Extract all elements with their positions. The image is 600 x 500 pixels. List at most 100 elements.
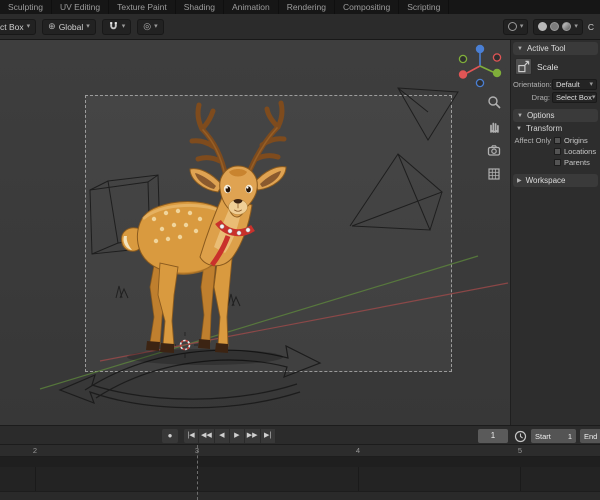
locations-checkbox[interactable] [554, 148, 561, 155]
parents-label: Parents [564, 158, 590, 167]
dope-sheet-channel-strip [0, 491, 600, 500]
frame-end-field[interactable]: End [580, 429, 600, 443]
gizmo-neg-y-axis[interactable] [458, 54, 468, 64]
chevron-down-icon: ▾ [591, 94, 596, 101]
scale-tool-icon[interactable] [515, 58, 532, 75]
chevron-down-icon: ▾ [121, 23, 126, 30]
gizmo-y-axis[interactable] [492, 68, 502, 78]
chevron-down-icon: ▾ [574, 23, 578, 30]
start-value: 1 [567, 431, 572, 441]
cone-wireframe[interactable] [349, 153, 443, 231]
orientation-dropdown[interactable]: Default ▾ [552, 79, 597, 90]
deer-shadow [127, 349, 283, 365]
preview-range-clock-icon[interactable] [514, 430, 527, 443]
affect-locations-row: Locations [511, 146, 600, 157]
tab-rendering[interactable]: Rendering [279, 0, 336, 14]
sidebar-tool-panel: ▼ Active Tool Scale Orientation: Default… [510, 40, 600, 425]
tool-settings-header: ct Box ▾ ⊕ Global ▾ ▾ ◎ ▾ ▾ ▾ C [0, 14, 600, 40]
drag-label: Drag: [531, 93, 550, 102]
play-button[interactable]: ▶ [229, 429, 245, 443]
hoof [160, 343, 174, 353]
transform-subpanel-title: Transform [525, 124, 563, 133]
jump-end-button[interactable]: ▶| [260, 429, 276, 443]
rendered-shading-icon[interactable] [562, 22, 572, 31]
active-tool-dropdown[interactable]: ct Box ▾ [0, 18, 37, 35]
gizmo-z-axis[interactable] [475, 44, 485, 54]
next-keyframe-button[interactable]: ▶▶ [244, 429, 261, 443]
tab-sculpting[interactable]: Sculpting [0, 0, 52, 14]
orientation-dropdown-label: Global [58, 21, 84, 32]
origins-checkbox[interactable] [554, 137, 561, 144]
navigation-gizmo[interactable] [456, 42, 504, 90]
pan-hand-icon[interactable] [486, 118, 502, 134]
orientation-row: Orientation: Default ▾ [511, 78, 600, 91]
auto-key-record-button[interactable]: ● [162, 429, 178, 443]
hoof [146, 341, 160, 351]
orientation-label: Orientation: [513, 80, 552, 89]
transform-orientation-dropdown[interactable]: ⊕ Global ▾ [42, 18, 96, 35]
workspace-tab-bar: Sculpting UV Editing Texture Paint Shadi… [0, 0, 600, 14]
zoom-icon[interactable] [486, 94, 502, 110]
gizmo-x-axis[interactable] [458, 70, 468, 79]
tab-animation[interactable]: Animation [224, 0, 279, 14]
header-truncated-text: C [587, 21, 594, 32]
tab-uv-editing[interactable]: UV Editing [52, 0, 110, 14]
frame-start-field[interactable]: Start 1 [531, 429, 576, 443]
tab-compositing[interactable]: Compositing [335, 0, 400, 14]
panel-active-tool-header[interactable]: ▼ Active Tool [513, 42, 598, 55]
current-frame-field[interactable]: 1 [478, 429, 508, 443]
frame-tick-label: 5 [517, 446, 523, 455]
origins-label: Origins [564, 136, 588, 145]
prev-keyframe-button[interactable]: ◀◀ [199, 429, 215, 443]
viewport-shading-group: ▾ [533, 18, 583, 35]
workspace-panel-title: Workspace [525, 176, 566, 185]
active-tool-dropdown-label: ct Box [0, 21, 24, 32]
affect-parents-row: Parents [511, 157, 600, 168]
gizmo-neg-z-axis[interactable] [475, 78, 485, 88]
material-shading-icon[interactable] [550, 22, 560, 31]
frame-tick-label: 4 [355, 446, 361, 455]
show-gizmo-toggle-group[interactable]: ▾ [502, 18, 529, 35]
panel-open-icon: ▼ [516, 125, 522, 132]
play-reverse-button[interactable]: ◀ [214, 429, 230, 443]
frame-tick-label: 2 [32, 446, 38, 455]
panel-options-header[interactable]: ▼ Options [513, 109, 598, 122]
tab-texture-paint[interactable]: Texture Paint [109, 0, 176, 14]
solid-shading-icon[interactable] [538, 22, 548, 31]
viewport-tool-column [486, 94, 502, 182]
snapping-dropdown[interactable]: ▾ [101, 18, 132, 35]
panel-open-icon: ▼ [517, 112, 523, 119]
playback-controls: |◀ ◀◀ ◀ ▶ ▶▶ ▶| [184, 429, 276, 443]
drag-value: Select Box [556, 93, 592, 102]
marker-dashed-line[interactable] [197, 445, 198, 500]
deer-model[interactable] [110, 95, 310, 370]
proportional-editing-icon: ◎ [143, 21, 152, 31]
timeline-header: ● |◀ ◀◀ ◀ ▶ ▶▶ ▶| 1 Start 1 End [0, 425, 600, 445]
tab-shading[interactable]: Shading [176, 0, 224, 14]
active-tool-panel-title: Active Tool [526, 44, 566, 53]
frame-ruler[interactable]: 2 3 4 5 [0, 445, 600, 457]
jump-start-button[interactable]: |◀ [184, 429, 199, 443]
orientation-value: Default [556, 80, 580, 89]
chevron-down-icon: ▾ [589, 81, 593, 88]
panel-open-icon: ▼ [517, 45, 523, 52]
active-tool-row: Scale [511, 55, 600, 78]
options-panel-title: Options [526, 111, 555, 120]
affect-only-label: Affect Only [514, 136, 551, 145]
camera-view-icon[interactable] [486, 142, 502, 158]
dope-sheet[interactable]: 2 3 4 5 [0, 445, 600, 500]
gizmo-neg-x-axis[interactable] [492, 53, 502, 62]
parents-checkbox[interactable] [554, 159, 561, 166]
transform-subpanel-header[interactable]: ▼ Transform [511, 122, 600, 135]
wireframe-shading-icon[interactable] [507, 22, 517, 31]
ortho-grid-icon[interactable] [486, 166, 502, 182]
chevron-down-icon: ▾ [26, 23, 31, 30]
hoof [198, 339, 210, 349]
small-cone-wireframe[interactable] [397, 87, 459, 141]
tab-scripting[interactable]: Scripting [399, 0, 450, 14]
panel-closed-icon: ▶ [517, 177, 522, 184]
panel-workspace-header[interactable]: ▶ Workspace [513, 174, 598, 187]
drag-dropdown[interactable]: Select Box ▾ [552, 92, 597, 103]
3d-viewport[interactable] [0, 40, 510, 425]
proportional-editing-dropdown[interactable]: ◎ ▾ [137, 18, 164, 35]
